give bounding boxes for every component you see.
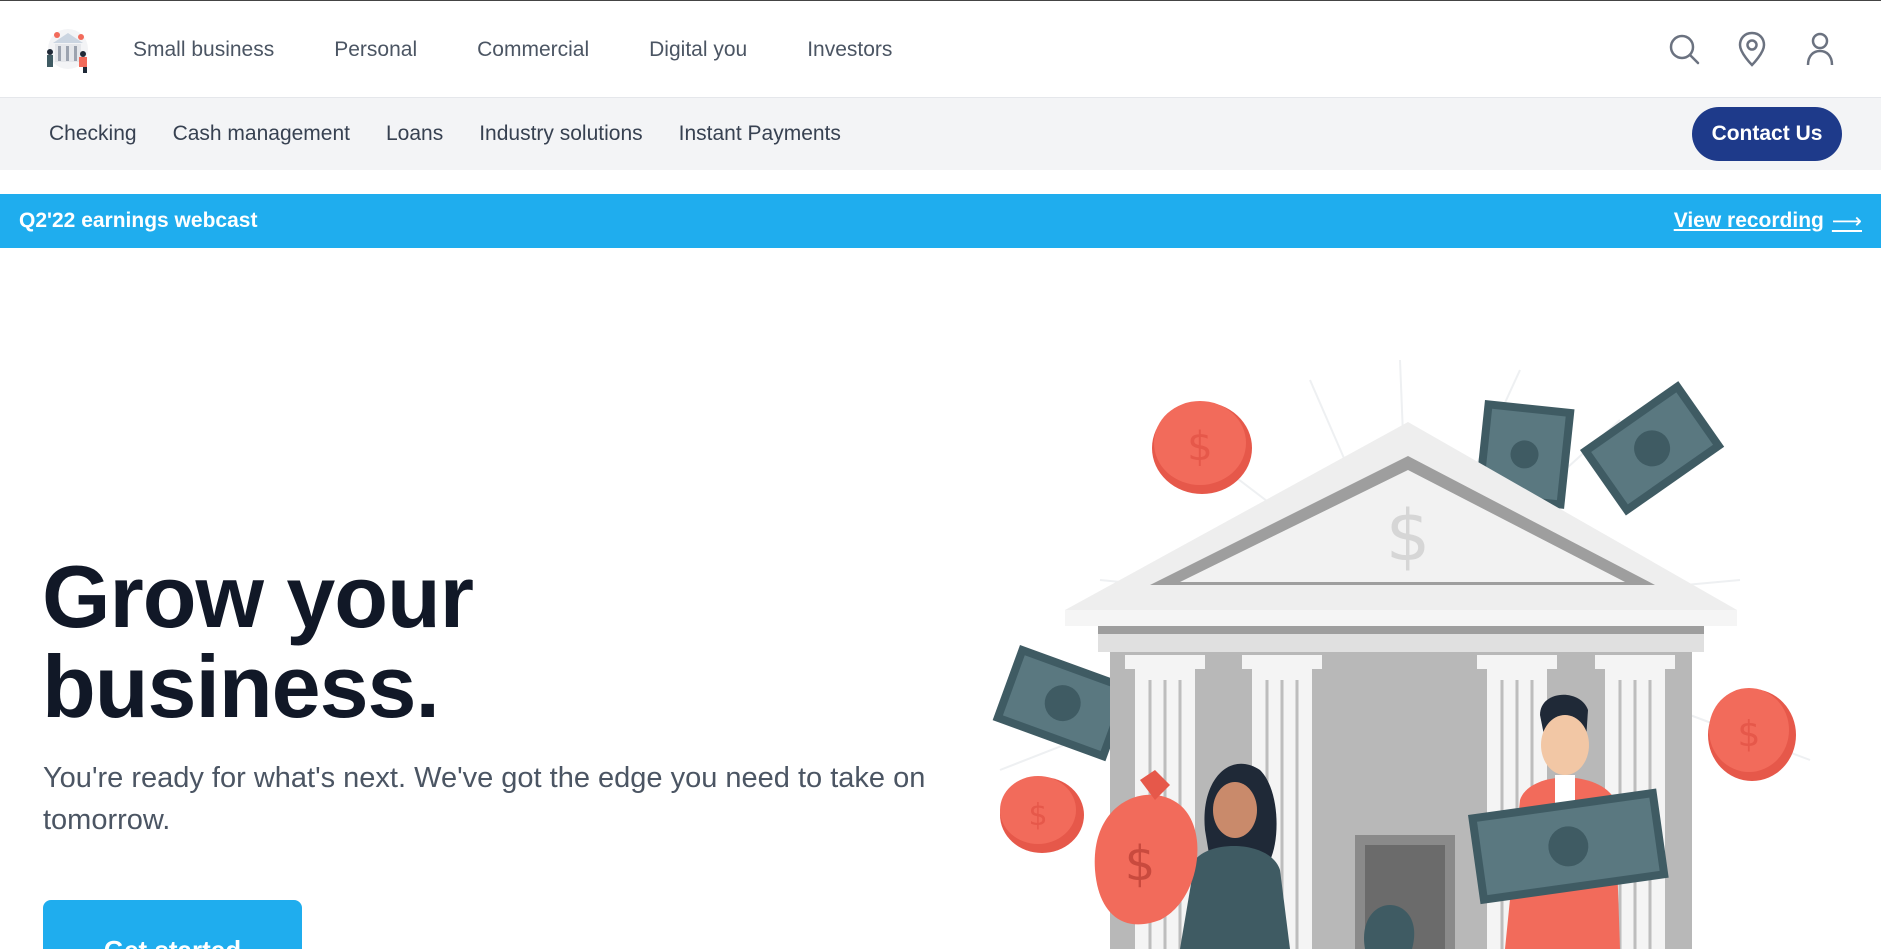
- search-icon[interactable]: [1667, 29, 1701, 69]
- hero-title: Grow your business.: [42, 552, 682, 732]
- bank-illustration: $ $ $ $ $: [980, 360, 1840, 949]
- svg-text:$: $: [1386, 495, 1431, 577]
- hero-title-line-1: Grow your: [42, 547, 474, 646]
- nav-investors[interactable]: Investors: [807, 38, 892, 62]
- primary-nav: Small business Personal Commercial Digit…: [133, 1, 952, 99]
- banner-title: Q2'22 earnings webcast: [19, 209, 258, 232]
- view-recording-label: View recording: [1673, 209, 1824, 232]
- contact-us-button[interactable]: Contact Us: [1692, 107, 1842, 161]
- announcement-banner: Q2'22 earnings webcast View recording ⟶: [0, 194, 1881, 248]
- subnav-checking[interactable]: Checking: [49, 122, 137, 146]
- nav-digital-you[interactable]: Digital you: [649, 38, 747, 62]
- nav-personal[interactable]: Personal: [334, 38, 417, 62]
- svg-text:$: $: [1738, 714, 1761, 755]
- location-pin-icon[interactable]: [1735, 29, 1769, 69]
- svg-text:$: $: [1125, 836, 1156, 892]
- sub-nav: Checking Cash management Loans Industry …: [49, 98, 877, 170]
- coin-icon: $: [1152, 401, 1252, 494]
- arrow-right-icon: ⟶: [1831, 209, 1862, 233]
- get-started-button[interactable]: Get started: [43, 900, 302, 949]
- top-navigation: Small business Personal Commercial Digit…: [0, 0, 1881, 98]
- nav-commercial[interactable]: Commercial: [477, 38, 589, 62]
- utility-icons: [1667, 29, 1837, 69]
- user-icon[interactable]: [1803, 29, 1837, 69]
- svg-text:$: $: [1187, 424, 1212, 470]
- svg-text:$: $: [1028, 798, 1047, 833]
- subnav-loans[interactable]: Loans: [386, 122, 443, 146]
- subnav-cash-management[interactable]: Cash management: [173, 122, 350, 146]
- view-recording-link[interactable]: View recording ⟶: [1674, 209, 1862, 234]
- secondary-navigation: Checking Cash management Loans Industry …: [0, 98, 1881, 170]
- nav-small-business[interactable]: Small business: [133, 38, 274, 62]
- subnav-industry-solutions[interactable]: Industry solutions: [479, 122, 642, 146]
- bank-logo-icon[interactable]: [43, 27, 93, 75]
- hero-title-line-2: business.: [42, 637, 440, 736]
- subnav-instant-payments[interactable]: Instant Payments: [679, 122, 841, 146]
- hero-subtitle: You're ready for what's next. We've got …: [43, 762, 926, 836]
